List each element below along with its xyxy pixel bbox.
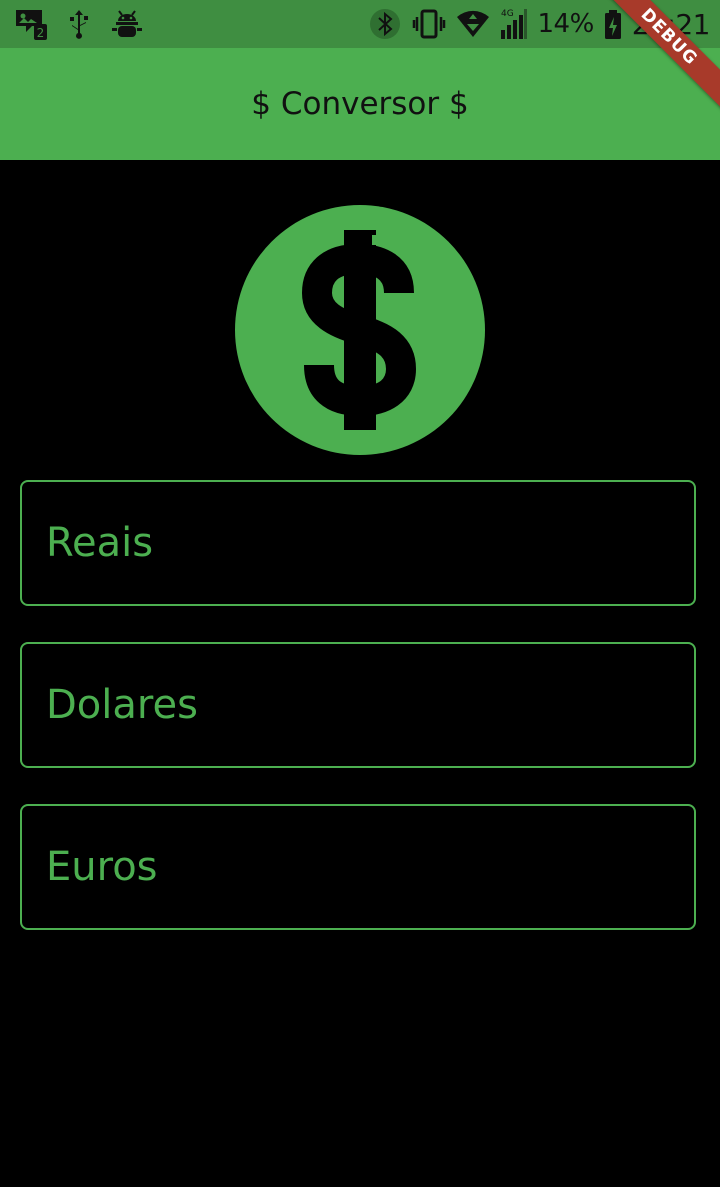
cellular-signal-icon: 4G (500, 7, 528, 41)
status-bar: 2 4G 14% 22:21 (0, 0, 720, 48)
euros-input[interactable] (22, 806, 694, 928)
battery-percent: 14% (537, 9, 595, 39)
dolares-input[interactable] (22, 644, 694, 766)
status-clock: 22:21 (631, 7, 711, 41)
status-bar-left: 2 (14, 6, 144, 42)
battery-charging-icon (604, 7, 622, 41)
monetization-icon (235, 205, 485, 455)
usb-icon (62, 7, 96, 41)
network-type: 4G (501, 9, 514, 19)
app-bar: $ Conversor $ (0, 48, 720, 160)
reais-input[interactable] (22, 482, 694, 604)
status-bar-right: 4G 14% 22:21 (368, 6, 711, 42)
dolares-field[interactable]: Dolares (20, 642, 696, 768)
euros-field[interactable]: Euros (20, 804, 696, 930)
android-debug-icon (110, 7, 144, 41)
vibrate-icon (412, 7, 446, 41)
reais-field[interactable]: Reais (20, 480, 696, 606)
bluetooth-icon (368, 7, 402, 41)
wifi-icon (456, 7, 490, 41)
notification-count: 2 (37, 26, 45, 40)
image-notification-icon: 2 (14, 7, 48, 41)
app-title: $ Conversor $ (251, 86, 469, 122)
